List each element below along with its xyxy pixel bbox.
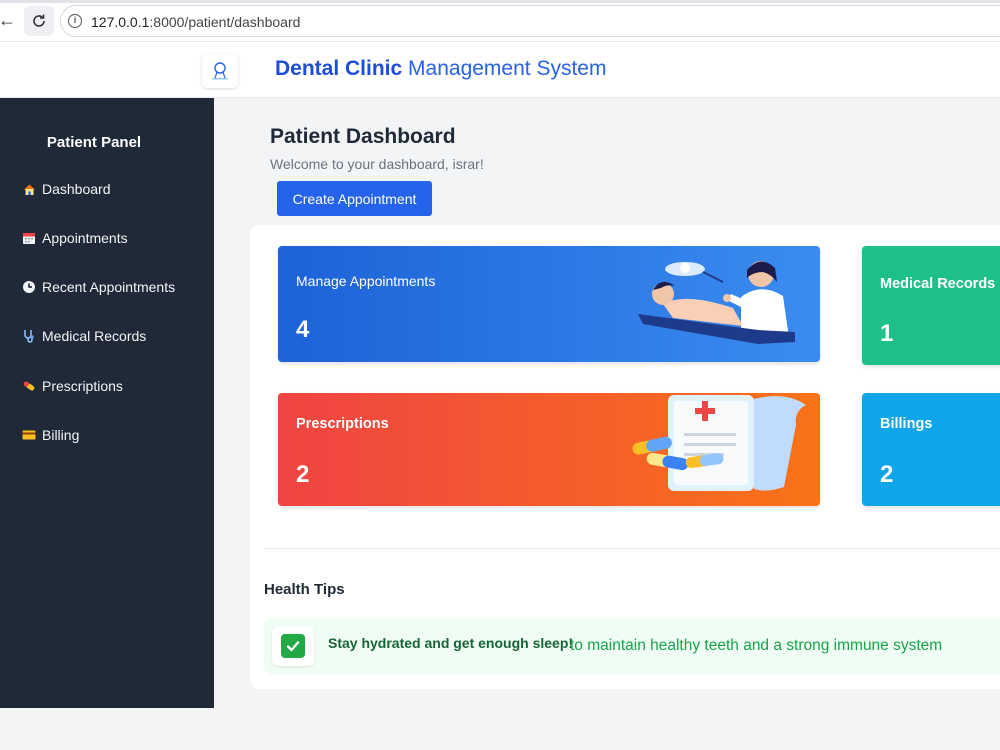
app-title-strong: Dental Clinic: [275, 57, 403, 80]
health-tip-card: Stay hydrated and get enough sleep! to m…: [264, 618, 1000, 674]
sidebar-item-prescriptions[interactable]: Prescriptions: [22, 374, 123, 398]
prescription-illustration-icon: [632, 395, 806, 491]
dentist-illustration-icon: [638, 261, 795, 344]
sidebar-item-label: Billing: [42, 427, 80, 443]
browser-toolbar: ← i 127.0.0.1:8000/patient/dashboard: [0, 0, 1000, 42]
clinic-logo: [202, 54, 238, 88]
prescriptions-card[interactable]: Prescriptions 2: [278, 393, 820, 506]
sidebar-item-label: Prescriptions: [42, 378, 123, 394]
sidebar-item-medical-records[interactable]: Medical Records: [22, 324, 146, 348]
sidebar: Patient Panel Dashboard Appointments Rec…: [0, 98, 214, 708]
url-text[interactable]: 127.0.0.1:8000/patient/dashboard: [91, 14, 300, 30]
app-title: Dental Clinic Management System: [275, 57, 606, 81]
card-count: 2: [880, 461, 894, 488]
app-header: Dental Clinic Management System: [0, 42, 1000, 98]
sidebar-item-label: Appointments: [42, 230, 128, 246]
app-title-rest: Management System: [402, 57, 607, 80]
calendar-icon: [22, 231, 36, 245]
sidebar-item-dashboard[interactable]: Dashboard: [22, 177, 111, 201]
sidebar-item-label: Recent Appointments: [42, 279, 176, 295]
card-count: 1: [880, 320, 894, 347]
sidebar-item-label: Medical Records: [42, 328, 147, 344]
card-label: Prescriptions: [296, 416, 389, 432]
card-label: Medical Records: [880, 276, 996, 292]
stethoscope-icon: [22, 329, 36, 343]
card-label: Billings: [880, 416, 933, 432]
url-path: :8000/patient/dashboard: [149, 14, 301, 30]
credit-card-icon: [22, 428, 36, 442]
tip-text: to maintain healthy teeth and a strong i…: [570, 637, 943, 654]
welcome-text: Welcome to your dashboard, israr!: [270, 156, 484, 172]
address-bar[interactable]: i 127.0.0.1:8000/patient/dashboard: [60, 5, 1000, 37]
medical-records-card[interactable]: Medical Records 1: [862, 246, 1000, 365]
clock-icon: [22, 280, 36, 294]
create-appointment-button[interactable]: Create Appointment: [277, 181, 432, 216]
tooth-logo-icon: [212, 62, 228, 80]
card-label: Manage Appointments: [296, 273, 436, 289]
reload-button[interactable]: [24, 6, 54, 36]
tip-headline: Stay hydrated and get enough sleep!: [328, 635, 574, 651]
pill-icon: [22, 379, 36, 393]
billings-card[interactable]: Billings 2: [862, 393, 1000, 506]
health-tips-title: Health Tips: [264, 581, 345, 598]
sidebar-item-appointments[interactable]: Appointments: [22, 226, 128, 250]
sidebar-title: Patient Panel: [46, 134, 142, 151]
home-icon: [22, 182, 36, 196]
section-divider: [264, 548, 1000, 549]
tab-strip-edge: [0, 0, 1000, 3]
reload-icon: [33, 14, 45, 27]
url-host: 127.0.0.1: [91, 14, 150, 30]
page-title: Patient Dashboard: [270, 125, 456, 148]
site-info-icon[interactable]: i: [68, 14, 82, 28]
check-icon: [281, 634, 305, 658]
check-icon-container: [272, 626, 314, 666]
manage-appointments-card[interactable]: Manage Appointments 4: [278, 246, 820, 362]
sidebar-item-recent-appointments[interactable]: Recent Appointments: [22, 275, 175, 299]
back-arrow-icon[interactable]: ←: [0, 10, 18, 30]
sidebar-item-billing[interactable]: Billing: [22, 423, 79, 447]
card-count: 4: [296, 316, 310, 343]
card-count: 2: [296, 461, 310, 488]
sidebar-item-label: Dashboard: [42, 181, 111, 197]
